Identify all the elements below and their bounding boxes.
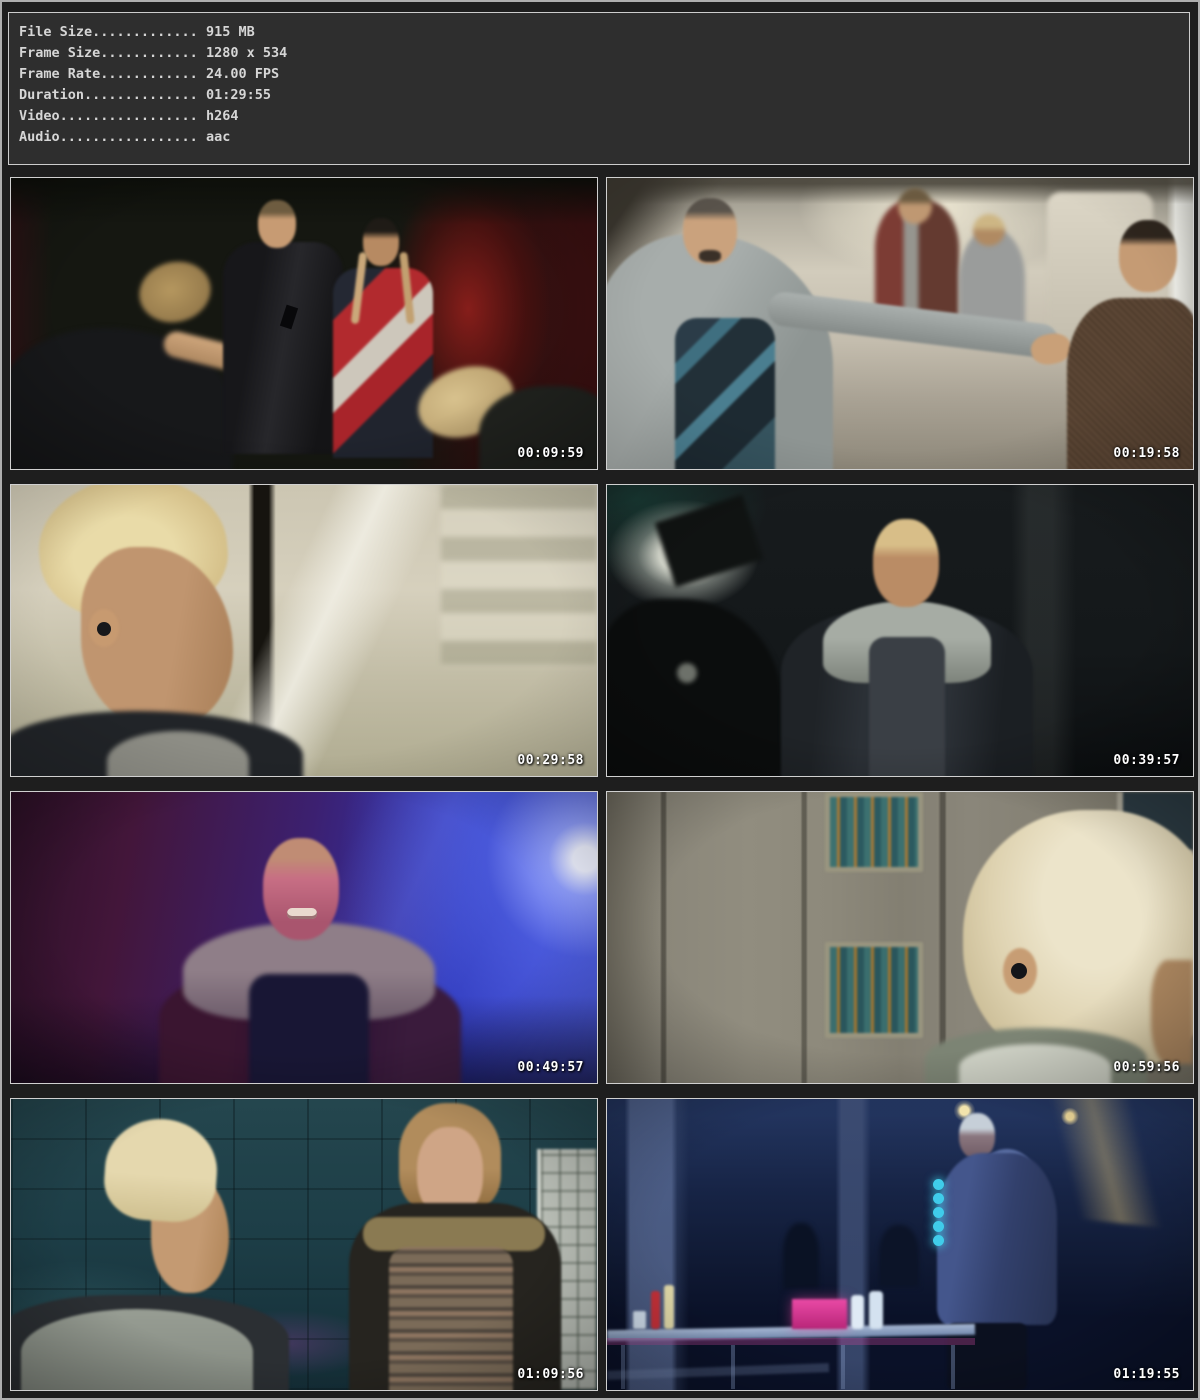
patterned-shirt <box>675 318 775 469</box>
frame-still-two-men <box>11 1099 597 1390</box>
grinning-face <box>263 838 339 940</box>
glow-dot <box>933 1179 944 1190</box>
person-head <box>973 214 1005 246</box>
info-line-file-size: File Size............. 915 MB <box>19 22 1189 43</box>
screenshot-thumbnail-1: 00:09:59 <box>10 177 598 470</box>
paper-cup <box>633 1311 646 1329</box>
screenshot-thumbnail-5: 00:49:57 <box>10 791 598 1084</box>
screenshot-thumbnail-6: 00:59:56 <box>606 791 1194 1084</box>
file-info-panel: File Size............. 915 MB Frame Size.… <box>8 12 1190 165</box>
info-value: 915 MB <box>206 24 255 40</box>
info-value: 01:29:55 <box>206 87 271 103</box>
screenshot-thumbnail-3: 00:29:58 <box>10 484 598 777</box>
info-label: Frame Rate............ <box>19 66 198 82</box>
timecode-overlay: 01:09:56 <box>517 1367 584 1382</box>
coat-collar <box>363 1217 545 1251</box>
neon-dot-column <box>933 1179 944 1246</box>
frame-still-hallway-closeup <box>607 792 1193 1083</box>
info-label: Duration.............. <box>19 87 198 103</box>
person-head <box>363 218 399 266</box>
info-label: Video................. <box>19 108 198 124</box>
gray-hoodie <box>21 1309 253 1390</box>
person-silhouette <box>783 1223 819 1289</box>
person-face <box>1151 960 1193 1064</box>
info-label: Audio................. <box>19 129 198 145</box>
ketchup-bottle <box>651 1291 660 1329</box>
person-hair <box>133 254 217 330</box>
grin-teeth <box>287 908 317 919</box>
screenshot-thumbnail-7: 01:09:56 <box>10 1098 598 1391</box>
reflection-highlight <box>677 663 697 683</box>
pink-box <box>792 1299 847 1329</box>
person-head <box>898 188 932 224</box>
motorcycle-silhouette <box>607 599 781 776</box>
screenshot-thumbnail-8: 01:19:55 <box>606 1098 1194 1391</box>
info-value: h264 <box>206 108 239 124</box>
patterned-sweater <box>389 1247 513 1390</box>
timecode-overlay: 00:39:57 <box>1113 753 1180 768</box>
patterned-door-panel <box>825 792 923 872</box>
glow-dot <box>933 1235 944 1246</box>
frame-still-car-interior <box>607 178 1193 469</box>
info-value: 24.00 FPS <box>206 66 279 82</box>
info-label: Frame Size............ <box>19 45 198 61</box>
light-flag <box>655 494 764 587</box>
earbud <box>1011 963 1027 979</box>
leather-jacket <box>223 242 343 454</box>
person-head <box>1119 220 1177 292</box>
media-info-sheet: File Size............. 915 MB Frame Size.… <box>0 0 1200 1400</box>
info-value: 1280 x 534 <box>206 45 287 61</box>
frame-still-night-lot <box>607 1099 1193 1390</box>
screenshot-thumbnail-2: 00:19:58 <box>606 177 1194 470</box>
info-line-frame-rate: Frame Rate............ 24.00 FPS <box>19 64 1189 85</box>
timecode-overlay: 01:19:55 <box>1113 1367 1180 1382</box>
timecode-overlay: 00:49:57 <box>517 1060 584 1075</box>
blond-hair <box>102 1115 221 1225</box>
union-jack-jacket <box>333 268 433 458</box>
earbud <box>97 622 111 636</box>
timecode-overlay: 00:09:59 <box>517 446 584 461</box>
info-line-duration: Duration.............. 01:29:55 <box>19 85 1189 106</box>
mustard-bottle <box>664 1285 674 1329</box>
blue-jacket <box>937 1153 1057 1325</box>
frame-still-garage <box>607 485 1193 776</box>
timecode-overlay: 00:59:56 <box>1113 1060 1180 1075</box>
frame-still-club <box>11 792 597 1083</box>
glow-dot <box>933 1207 944 1218</box>
glow-dot <box>933 1193 944 1204</box>
info-line-frame-size: Frame Size............ 1280 x 534 <box>19 43 1189 64</box>
tee-shirt <box>869 637 945 776</box>
tweed-jacket <box>1067 298 1193 469</box>
glow-dot <box>933 1221 944 1232</box>
patterned-door-panel <box>825 942 923 1038</box>
person-silhouette <box>879 1225 919 1287</box>
table-edge-glow <box>607 1338 975 1345</box>
info-label: File Size............. <box>19 24 198 40</box>
blond-head <box>873 519 939 607</box>
timecode-overlay: 00:19:58 <box>1113 446 1180 461</box>
hoodie-lining <box>959 1044 1111 1083</box>
frame-still-dark-room-group <box>11 178 597 469</box>
frame-still-profile-street <box>11 485 597 776</box>
water-bottle <box>869 1291 883 1329</box>
info-line-audio: Audio................. aac <box>19 127 1189 148</box>
blurred-building-windows <box>441 485 597 667</box>
screenshot-grid: 00:09:59 00:19:58 <box>10 177 1194 1391</box>
timecode-overlay: 00:29:58 <box>517 753 584 768</box>
goatee <box>699 250 721 262</box>
info-line-video: Video................. h264 <box>19 106 1189 127</box>
person-head <box>258 200 296 248</box>
screenshot-thumbnail-4: 00:39:57 <box>606 484 1194 777</box>
info-value: aac <box>206 129 230 145</box>
tee-shirt <box>249 974 369 1083</box>
water-bottle <box>851 1295 864 1329</box>
